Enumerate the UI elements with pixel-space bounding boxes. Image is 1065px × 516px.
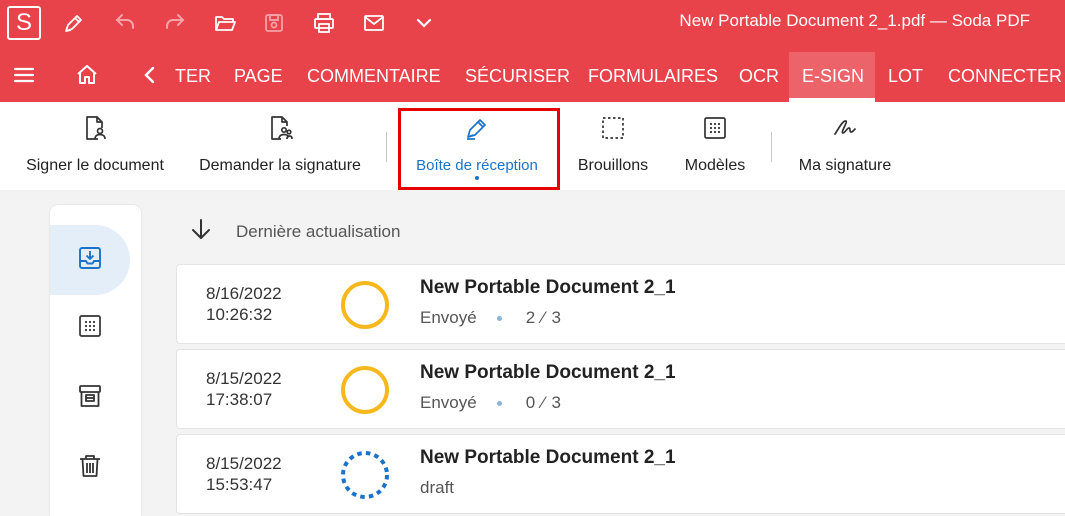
template-icon bbox=[701, 114, 729, 147]
status-pending-icon bbox=[339, 364, 391, 416]
templates-label: Modèles bbox=[684, 157, 746, 174]
document-status: Envoyé bbox=[420, 308, 477, 327]
tab-securiser[interactable]: SÉCURISER bbox=[465, 52, 570, 102]
save-icon[interactable] bbox=[256, 6, 292, 40]
document-row[interactable]: 8/15/2022 15:53:47 New Portable Document… bbox=[176, 434, 1065, 514]
tab-ocr[interactable]: OCR bbox=[739, 52, 779, 102]
sidebar-item-inbox[interactable] bbox=[50, 225, 130, 295]
sign-document-button[interactable]: Signer le document bbox=[26, 114, 164, 175]
tab-commentaire[interactable]: COMMENTAIRE bbox=[307, 52, 441, 102]
print-icon[interactable] bbox=[306, 6, 342, 40]
tab-formulaires[interactable]: FORMULAIRES bbox=[588, 52, 718, 102]
document-status-line: draft bbox=[420, 478, 454, 498]
tab-page[interactable]: PAGE bbox=[234, 52, 283, 102]
signature-count: 2 ⁄ 3 bbox=[525, 308, 562, 327]
document-date: 8/15/2022 15:53:47 bbox=[206, 454, 282, 494]
soda-pdf-logo[interactable]: S bbox=[7, 6, 41, 40]
templates-button[interactable]: Modèles bbox=[684, 114, 746, 175]
request-signature-icon bbox=[266, 114, 294, 147]
status-draft-icon bbox=[339, 449, 391, 501]
hamburger-menu-icon[interactable] bbox=[6, 58, 42, 92]
last-refresh-label: Dernière actualisation bbox=[236, 221, 401, 241]
drafts-icon bbox=[77, 313, 103, 344]
my-signature-button[interactable]: Ma signature bbox=[797, 114, 893, 175]
mail-icon[interactable] bbox=[356, 6, 392, 40]
drafts-label: Brouillons bbox=[577, 157, 649, 174]
redo-icon[interactable] bbox=[157, 6, 193, 40]
active-indicator-dot bbox=[475, 176, 479, 180]
sign-document-label: Signer le document bbox=[26, 157, 164, 174]
document-status-line: Envoyé 0 ⁄ 3 bbox=[420, 393, 562, 413]
trash-icon bbox=[77, 453, 103, 484]
signature-count: 0 ⁄ 3 bbox=[525, 393, 562, 412]
sort-refresh-control[interactable]: Dernière actualisation bbox=[188, 216, 400, 247]
document-status-line: Envoyé 2 ⁄ 3 bbox=[420, 308, 562, 328]
request-signature-label: Demander la signature bbox=[199, 157, 361, 174]
pen-icon[interactable] bbox=[56, 6, 92, 40]
my-signature-label: Ma signature bbox=[798, 157, 892, 174]
sidebar-item-trash[interactable] bbox=[50, 433, 130, 503]
e-sign-sidebar bbox=[50, 205, 141, 516]
document-name: New Portable Document 2_1 bbox=[420, 362, 676, 383]
status-separator-dot bbox=[496, 400, 502, 406]
drafts-button[interactable]: Brouillons bbox=[577, 114, 649, 175]
archive-icon bbox=[77, 383, 103, 414]
sidebar-item-drafts[interactable] bbox=[50, 293, 130, 363]
ribbon-tab-bar: TER PAGE COMMENTAIRE SÉCURISER FORMULAIR… bbox=[0, 46, 1065, 102]
chevron-left-icon[interactable] bbox=[132, 58, 168, 92]
draft-icon bbox=[599, 114, 627, 147]
home-icon[interactable] bbox=[69, 58, 105, 92]
open-folder-icon[interactable] bbox=[207, 6, 243, 40]
tab-ter[interactable]: TER bbox=[175, 52, 211, 102]
document-name: New Portable Document 2_1 bbox=[420, 447, 676, 468]
document-status: Envoyé bbox=[420, 393, 477, 412]
tab-e-sign[interactable]: E-SIGN bbox=[789, 52, 875, 102]
document-status: draft bbox=[420, 478, 455, 497]
status-separator-dot bbox=[496, 315, 502, 321]
arrow-down-icon bbox=[188, 216, 214, 247]
title-bar: S New Portable Document 2_1.pdf — Soda P… bbox=[0, 0, 1065, 46]
toolbar-divider bbox=[771, 132, 772, 162]
document-row[interactable]: 8/16/2022 10:26:32 New Portable Document… bbox=[176, 264, 1065, 344]
tab-connecter[interactable]: CONNECTER bbox=[948, 52, 1062, 102]
signature-icon bbox=[831, 114, 859, 147]
chevron-down-icon[interactable] bbox=[406, 6, 442, 40]
document-date: 8/15/2022 17:38:07 bbox=[206, 369, 282, 409]
toolbar-divider bbox=[386, 132, 387, 162]
document-row[interactable]: 8/15/2022 17:38:07 New Portable Document… bbox=[176, 349, 1065, 429]
sign-document-icon bbox=[81, 114, 109, 147]
inbox-icon bbox=[77, 245, 103, 276]
document-name: New Portable Document 2_1 bbox=[420, 277, 676, 298]
status-pending-icon bbox=[339, 279, 391, 331]
document-date: 8/16/2022 10:26:32 bbox=[206, 284, 282, 324]
window-title: New Portable Document 2_1.pdf — Soda PDF bbox=[679, 11, 1030, 30]
tab-lot[interactable]: LOT bbox=[888, 52, 923, 102]
sidebar-item-archive[interactable] bbox=[50, 363, 130, 433]
selection-highlight-box bbox=[398, 108, 560, 190]
undo-icon[interactable] bbox=[107, 6, 143, 40]
request-signature-button[interactable]: Demander la signature bbox=[199, 114, 361, 175]
